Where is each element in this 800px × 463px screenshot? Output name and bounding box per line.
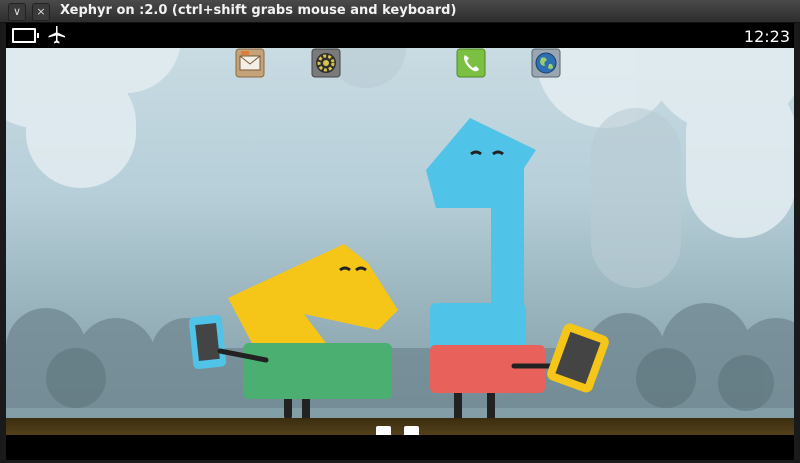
status-bar[interactable]: 12:23 [6, 23, 794, 48]
android-screen[interactable]: 12:23 [6, 23, 794, 460]
phone-icon[interactable] [456, 48, 486, 78]
email-icon[interactable] [235, 48, 265, 78]
window-close-button[interactable]: × [32, 3, 50, 21]
battery-icon [12, 28, 39, 43]
window-titlebar: ∨ × Xephyr on :2.0 (ctrl+shift grabs mou… [0, 0, 800, 23]
blue-character [426, 118, 609, 424]
navigation-bar[interactable] [6, 435, 794, 460]
airplane-mode-icon [48, 26, 65, 44]
status-clock: 12:23 [743, 27, 790, 46]
window-menu-button[interactable]: ∨ [8, 3, 26, 21]
settings-icon[interactable] [311, 48, 341, 78]
window-title: Xephyr on :2.0 (ctrl+shift grabs mouse a… [60, 3, 457, 18]
browser-icon[interactable] [531, 48, 561, 78]
home-wallpaper[interactable] [6, 48, 794, 460]
wallpaper-illustration [6, 48, 794, 424]
